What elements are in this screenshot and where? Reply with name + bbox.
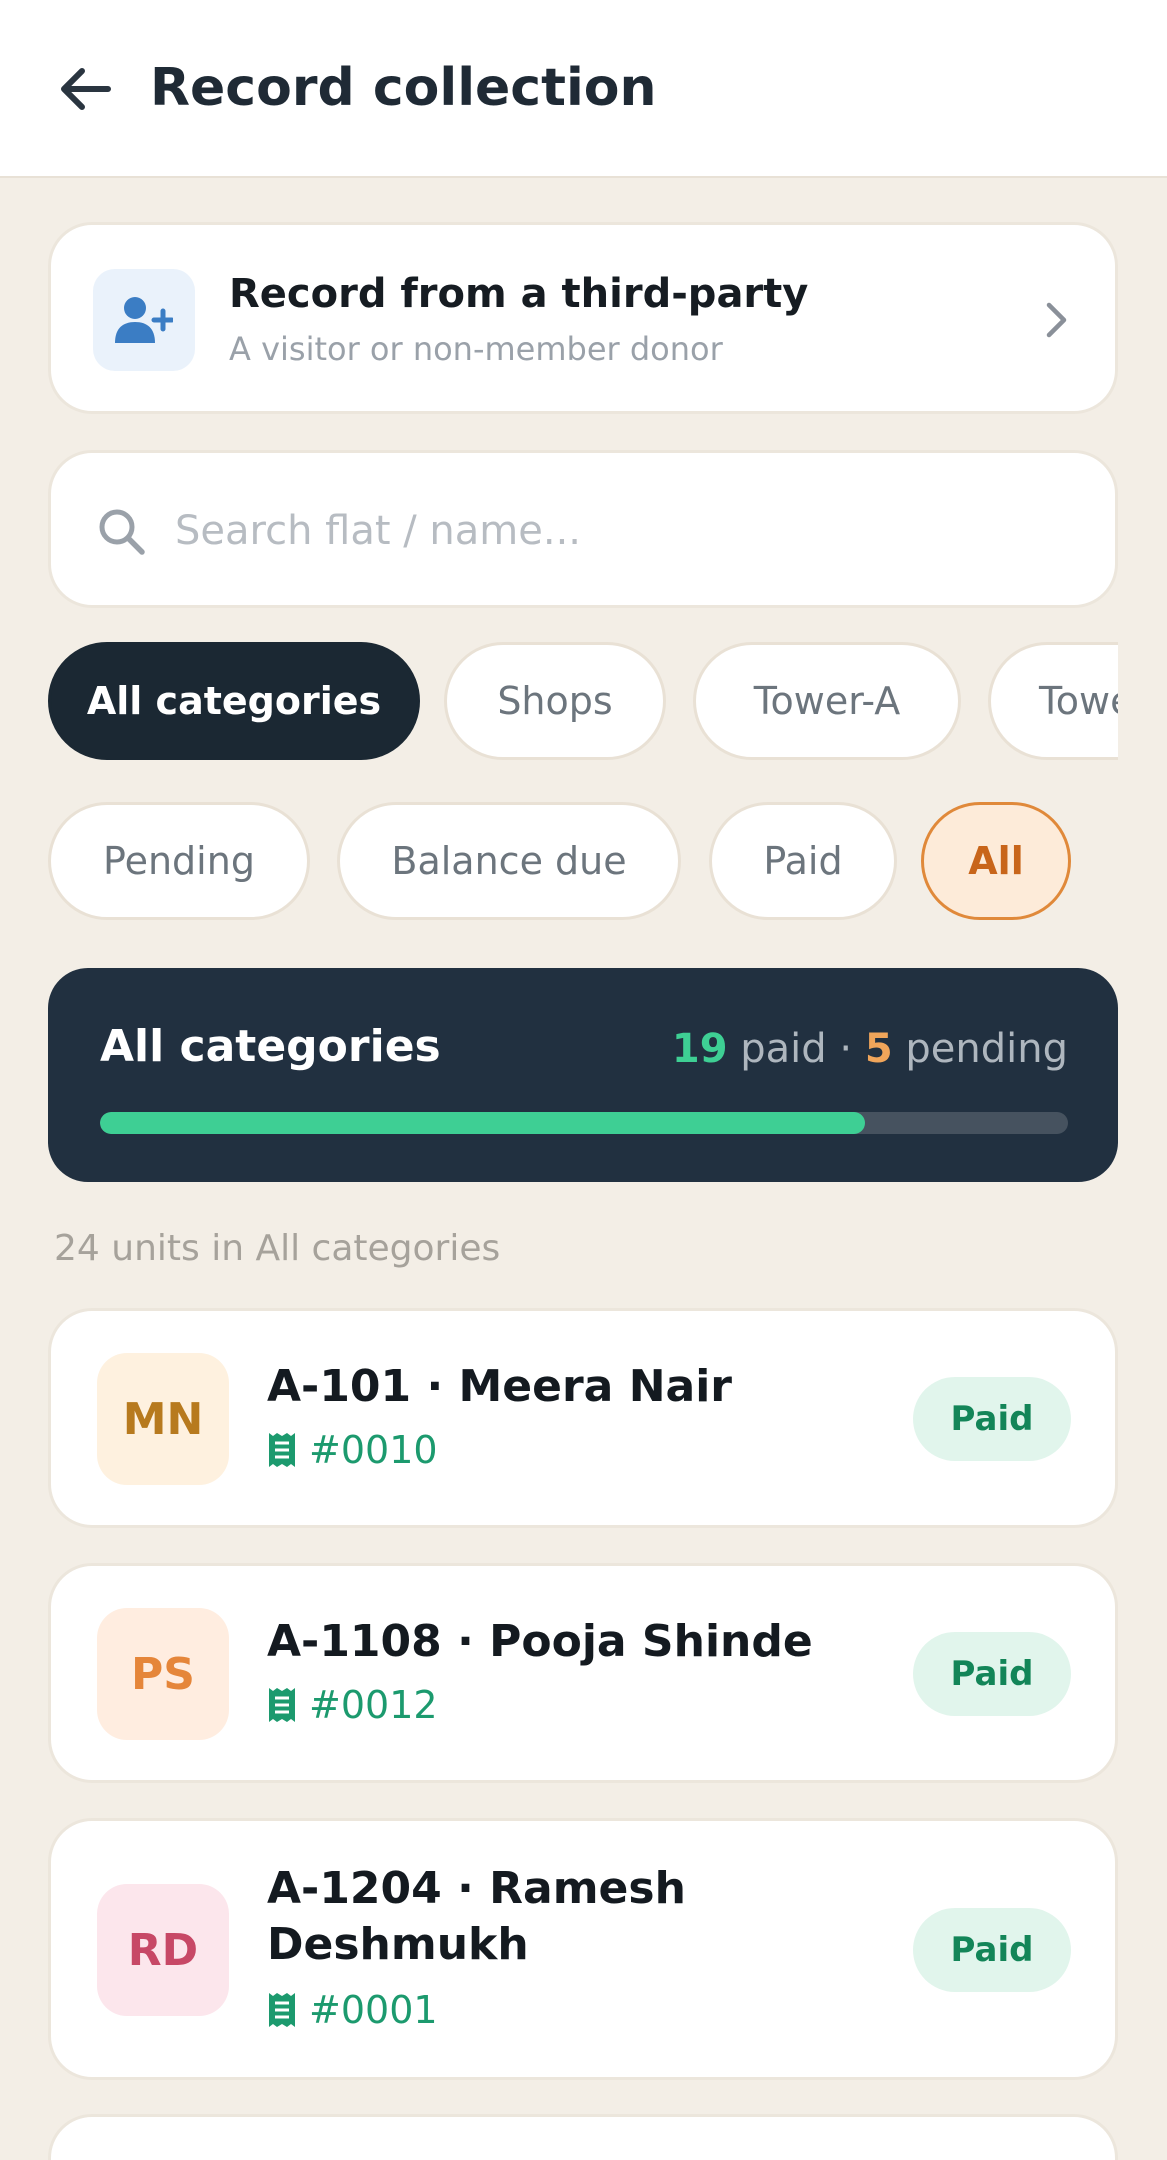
summary-stats: 19 paid · 5 pending bbox=[672, 1024, 1068, 1074]
third-party-card[interactable]: Record from a third-party A visitor or n… bbox=[48, 222, 1118, 414]
receipt-icon bbox=[269, 1993, 295, 2027]
page-title: Record collection bbox=[150, 58, 657, 118]
avatar: RD bbox=[97, 1884, 229, 2016]
app-header: Record collection bbox=[0, 0, 1167, 178]
status-badge: Paid bbox=[913, 1377, 1071, 1461]
receipt-text: #0010 bbox=[309, 1428, 438, 1472]
chip-all[interactable]: All bbox=[921, 802, 1071, 920]
chip-tower-b[interactable]: Tower-B bbox=[988, 642, 1118, 760]
search-icon bbox=[99, 509, 145, 555]
member-row[interactable]: PS A-1108 · Pooja Shinde #0012 Paid bbox=[48, 1563, 1118, 1783]
third-party-subtitle: A visitor or non-member donor bbox=[229, 330, 723, 368]
back-button[interactable] bbox=[50, 58, 120, 120]
receipt-text: #0012 bbox=[309, 1683, 438, 1727]
avatar: MN bbox=[97, 1353, 229, 1485]
units-count-label: 24 units in All categories bbox=[54, 1228, 501, 1269]
chip-paid[interactable]: Paid bbox=[709, 802, 897, 920]
chevron-right-icon bbox=[1037, 295, 1077, 345]
chip-tower-a[interactable]: Tower-A bbox=[693, 642, 961, 760]
pending-count: 5 bbox=[864, 1026, 893, 1072]
avatar: PS bbox=[97, 1608, 229, 1740]
receipt-number: #0001 bbox=[267, 1987, 438, 2033]
chip-pending[interactable]: Pending bbox=[48, 802, 310, 920]
third-party-icon-box bbox=[93, 269, 195, 371]
category-chip-row: All categories Shops Tower-A Tower-B bbox=[48, 640, 1118, 766]
chip-shops[interactable]: Shops bbox=[444, 642, 666, 760]
member-row[interactable]: MN A-101 · Meera Nair #0010 Paid bbox=[48, 1308, 1118, 1528]
progress-track bbox=[100, 1112, 1068, 1134]
progress-fill bbox=[100, 1112, 865, 1134]
member-name: A-101 · Meera Nair bbox=[267, 1361, 732, 1412]
paid-label: paid bbox=[740, 1026, 827, 1072]
paid-count: 19 bbox=[671, 1026, 728, 1072]
user-plus-icon bbox=[115, 297, 173, 343]
status-badge: Paid bbox=[913, 1908, 1071, 1992]
pending-label: pending bbox=[905, 1026, 1068, 1072]
status-chip-row: Pending Balance due Paid All bbox=[48, 800, 1167, 926]
receipt-number: #0010 bbox=[267, 1427, 438, 1473]
receipt-number: #0012 bbox=[267, 1682, 438, 1728]
member-row[interactable] bbox=[48, 2114, 1118, 2160]
status-badge: Paid bbox=[913, 1632, 1071, 1716]
receipt-icon bbox=[269, 1688, 295, 1722]
chip-balance-due[interactable]: Balance due bbox=[337, 802, 681, 920]
member-name: A-1204 · Ramesh Deshmukh bbox=[267, 1863, 686, 1970]
receipt-text: #0001 bbox=[309, 1988, 438, 2032]
stats-separator: · bbox=[839, 1026, 853, 1072]
member-row[interactable]: RD A-1204 · Ramesh Deshmukh #0001 Paid bbox=[48, 1818, 1118, 2080]
summary-card: All categories 19 paid · 5 pending bbox=[48, 968, 1118, 1182]
arrow-left-icon bbox=[61, 68, 111, 110]
chip-all-categories[interactable]: All categories bbox=[48, 642, 420, 760]
receipt-icon bbox=[269, 1433, 295, 1467]
search-box bbox=[48, 450, 1118, 608]
third-party-title: Record from a third-party bbox=[229, 271, 809, 317]
member-name: A-1108 · Pooja Shinde bbox=[267, 1616, 813, 1667]
search-input[interactable] bbox=[175, 493, 1035, 569]
summary-title: All categories bbox=[100, 1021, 441, 1072]
